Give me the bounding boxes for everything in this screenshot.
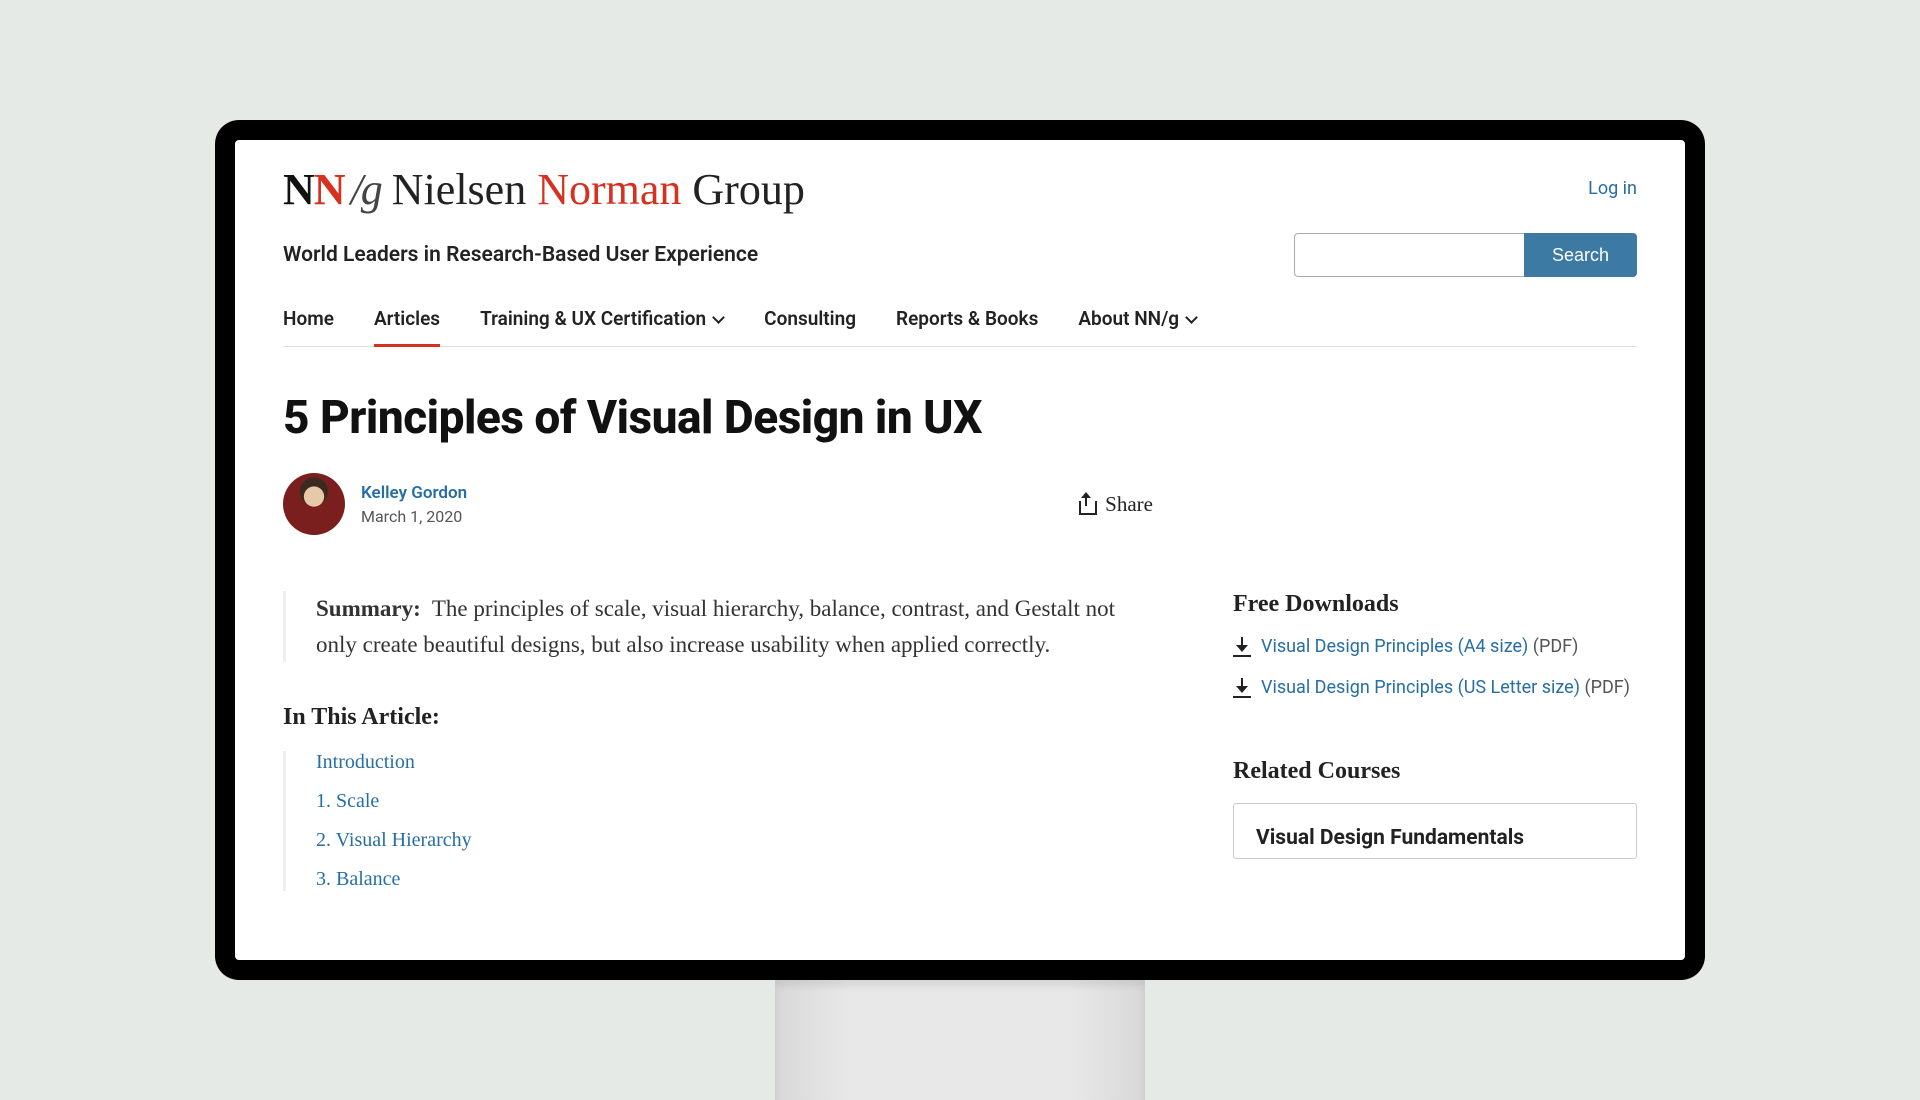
chevron-down-icon (1185, 313, 1197, 325)
brand-norman: Norman (537, 165, 681, 214)
search-input[interactable] (1294, 233, 1524, 277)
brand[interactable]: NN/g Nielsen Norman Group (283, 164, 805, 215)
toc-link[interactable]: Introduction (316, 751, 1153, 774)
toc-link[interactable]: 3. Balance (316, 868, 1153, 891)
screen: NN/g Nielsen Norman Group Log in World L… (235, 140, 1685, 960)
article-title: 5 Principles of Visual Design in UX (283, 391, 1637, 445)
brand-text: Nielsen Norman Group (392, 164, 805, 215)
summary-label: Summary: (316, 596, 421, 621)
topbar: NN/g Nielsen Norman Group Log in (283, 164, 1637, 215)
nav-label: Home (283, 307, 334, 330)
brand-nielsen: Nielsen (392, 165, 526, 214)
monitor-bezel: NN/g Nielsen Norman Group Log in World L… (215, 120, 1705, 980)
nav-item-consulting[interactable]: Consulting (764, 303, 856, 346)
nav-item-home[interactable]: Home (283, 303, 334, 346)
download-link[interactable]: Visual Design Principles (A4 size) (1261, 636, 1528, 657)
content-columns: Summary: The principles of scale, visual… (283, 591, 1637, 907)
download-item: Visual Design Principles (A4 size) (PDF) (1233, 636, 1637, 657)
nav-item-reports-books[interactable]: Reports & Books (896, 303, 1038, 346)
search-button[interactable]: Search (1524, 233, 1637, 277)
nav-label: Consulting (764, 307, 856, 330)
nav-label: Reports & Books (896, 307, 1038, 330)
summary-text: The principles of scale, visual hierarch… (316, 596, 1115, 657)
nav-item-about-nn-g[interactable]: About NN/g (1078, 303, 1197, 346)
course-title: Visual Design Fundamentals (1256, 826, 1614, 850)
monitor-mockup: NN/g Nielsen Norman Group Log in World L… (0, 0, 1920, 1100)
publish-date: March 1, 2020 (361, 507, 467, 526)
courses-list: Visual Design Fundamentals (1233, 803, 1637, 859)
downloads-list: Visual Design Principles (A4 size) (PDF)… (1233, 636, 1637, 698)
toc-link[interactable]: 2. Visual Hierarchy (316, 829, 1153, 852)
logo-mark: NN/g (283, 164, 382, 215)
chevron-down-icon (712, 313, 724, 325)
tagline: World Leaders in Research-Based User Exp… (283, 243, 758, 267)
share-label: Share (1105, 492, 1153, 517)
toc-heading: In This Article: (283, 704, 1153, 731)
search-group: Search (1294, 233, 1637, 277)
page: NN/g Nielsen Norman Group Log in World L… (235, 140, 1685, 960)
download-suffix: (PDF) (1584, 677, 1630, 698)
byline: Kelley Gordon March 1, 2020 (283, 473, 467, 535)
subheader: World Leaders in Research-Based User Exp… (283, 233, 1637, 277)
nav-item-training-ux-certification[interactable]: Training & UX Certification (480, 303, 724, 346)
nav-label: Articles (374, 307, 440, 330)
course-card[interactable]: Visual Design Fundamentals (1233, 803, 1637, 859)
share-icon (1077, 494, 1095, 514)
sidebar: Free Downloads Visual Design Principles … (1233, 591, 1637, 907)
author-link[interactable]: Kelley Gordon (361, 483, 467, 503)
avatar[interactable] (283, 473, 345, 535)
download-item: Visual Design Principles (US Letter size… (1233, 677, 1637, 698)
monitor-stand (775, 980, 1145, 1100)
byline-row: Kelley Gordon March 1, 2020 Share (283, 473, 1153, 535)
download-link[interactable]: Visual Design Principles (US Letter size… (1261, 677, 1580, 698)
nav-label: About NN/g (1078, 307, 1179, 330)
share-button[interactable]: Share (1077, 492, 1153, 517)
summary: Summary: The principles of scale, visual… (283, 591, 1153, 662)
nav-item-articles[interactable]: Articles (374, 303, 440, 346)
toc-link[interactable]: 1. Scale (316, 790, 1153, 813)
brand-group: Group (692, 165, 804, 214)
download-icon (1233, 678, 1251, 698)
download-suffix: (PDF) (1533, 636, 1579, 657)
main-nav: Home Articles Training & UX Certification C… (283, 303, 1637, 347)
download-icon (1233, 637, 1251, 657)
main-column: Summary: The principles of scale, visual… (283, 591, 1153, 907)
nav-label: Training & UX Certification (480, 307, 706, 330)
login-link[interactable]: Log in (1588, 164, 1637, 199)
toc: Introduction 1. Scale 2. Visual Hierarchy 3… (283, 751, 1153, 891)
courses-heading: Related Courses (1233, 758, 1637, 785)
downloads-heading: Free Downloads (1233, 591, 1637, 618)
